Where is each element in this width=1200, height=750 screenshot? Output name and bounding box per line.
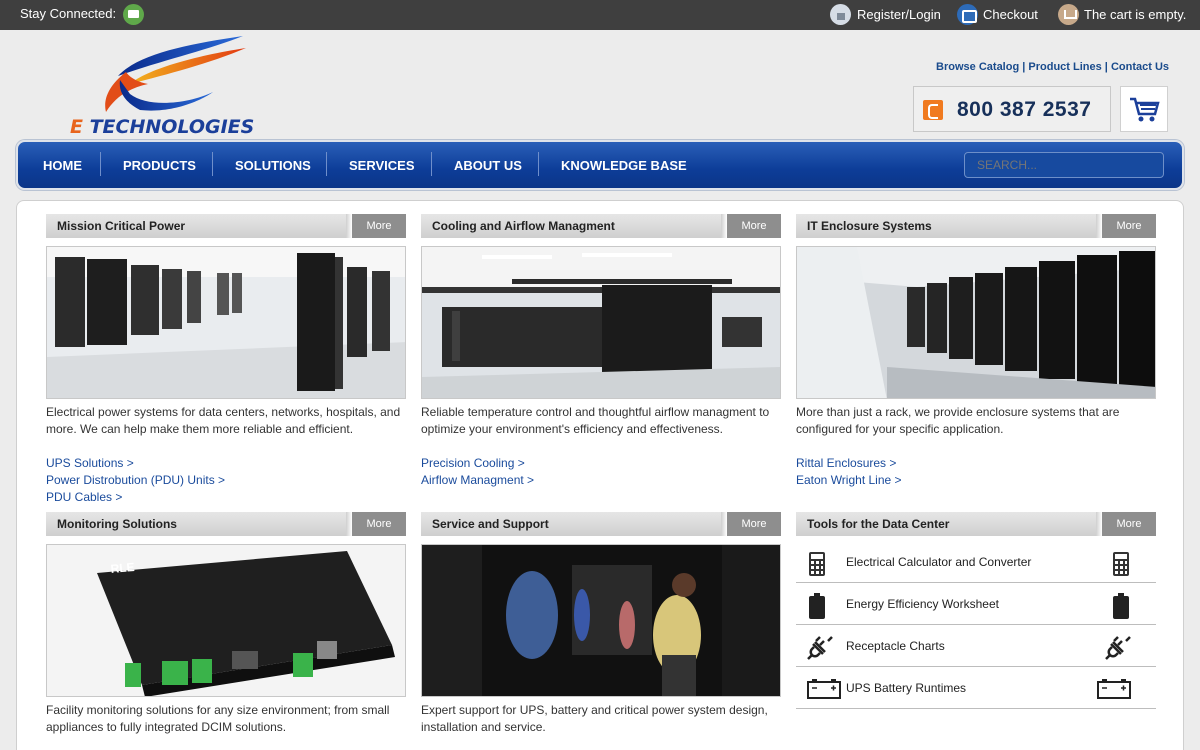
- panel-description: Reliable temperature control and thought…: [421, 405, 770, 436]
- content-area: Mission Critical Power More Electrical p…: [16, 200, 1184, 750]
- nav-services[interactable]: SERVICES: [349, 158, 415, 173]
- precision-cooling-link[interactable]: Precision Cooling >: [421, 455, 534, 472]
- panel-title: Cooling and Airflow Managment: [432, 219, 615, 233]
- enclosure-image[interactable]: [796, 246, 1156, 399]
- panel-monitoring: Monitoring Solutions More RLE Facility m…: [46, 512, 406, 734]
- car-battery-icon: [1097, 679, 1131, 699]
- panel-header: Tools for the Data Center More: [796, 512, 1156, 536]
- nav-products[interactable]: PRODUCTS: [123, 158, 196, 173]
- panel-header: Monitoring Solutions More: [46, 512, 406, 536]
- site-logo[interactable]: E TECHNOLOGIES: [68, 34, 284, 138]
- checkout-icon[interactable]: [957, 4, 978, 25]
- cart-button[interactable]: [1120, 86, 1168, 132]
- tool-electrical-calculator[interactable]: Electrical Calculator and Converter: [796, 541, 1156, 583]
- car-battery-icon: [807, 679, 841, 699]
- calculator-icon: [809, 552, 825, 576]
- panel-service-support: Service and Support More Expert support …: [421, 512, 781, 734]
- calculator-icon: [1113, 552, 1129, 576]
- panel-header: Service and Support More: [421, 512, 781, 536]
- plug-icon: [807, 636, 833, 660]
- phone-icon: [923, 100, 943, 120]
- monitoring-device-image[interactable]: RLE: [46, 544, 406, 697]
- panel-title: IT Enclosure Systems: [807, 219, 932, 233]
- phone-number[interactable]: 800 387 2537: [957, 98, 1091, 122]
- panel-title: Mission Critical Power: [57, 219, 186, 233]
- ups-solutions-link[interactable]: UPS Solutions >: [46, 455, 225, 472]
- airflow-management-link[interactable]: Airflow Managment >: [421, 472, 534, 489]
- eaton-wright-line-link[interactable]: Eaton Wright Line >: [796, 472, 902, 489]
- service-team-image[interactable]: [421, 544, 781, 697]
- header-links: Browse Catalog | Product Lines | Contact…: [936, 61, 1169, 73]
- browse-catalog-link[interactable]: Browse Catalog: [936, 61, 1019, 73]
- panel-title: Monitoring Solutions: [57, 517, 177, 531]
- panel-links: Rittal Enclosures > Eaton Wright Line >: [796, 455, 902, 489]
- tool-ups-battery-runtimes[interactable]: UPS Battery Runtimes: [796, 667, 1156, 709]
- product-lines-link[interactable]: Product Lines: [1028, 61, 1101, 73]
- panel-description: More than just a rack, we provide enclos…: [796, 405, 1120, 436]
- nav-about-us[interactable]: ABOUT US: [454, 158, 522, 173]
- tool-label: UPS Battery Runtimes: [846, 681, 967, 695]
- lock-icon[interactable]: [830, 4, 851, 25]
- more-button[interactable]: More: [346, 512, 406, 536]
- nav-knowledge-base[interactable]: KNOWLEDGE BASE: [561, 158, 687, 173]
- nav-solutions[interactable]: SOLUTIONS: [235, 158, 311, 173]
- data-center-image[interactable]: [46, 246, 406, 399]
- checkout-link[interactable]: Checkout: [983, 7, 1038, 22]
- tool-label: Receptacle Charts: [846, 639, 945, 653]
- plug-icon: [1105, 636, 1131, 660]
- panel-tools: Tools for the Data Center More Electrica…: [796, 512, 1156, 732]
- panel-cooling-airflow: Cooling and Airflow Managment More Relia…: [421, 214, 781, 487]
- email-icon[interactable]: [123, 4, 144, 25]
- tool-receptacle-charts[interactable]: Receptacle Charts: [796, 625, 1156, 667]
- panel-links: UPS Solutions > Power Distrobution (PDU)…: [46, 455, 225, 506]
- panel-description: Expert support for UPS, battery and crit…: [421, 703, 768, 734]
- register-login-link[interactable]: Register/Login: [857, 7, 941, 22]
- panel-mission-critical-power: Mission Critical Power More Electrical p…: [46, 214, 406, 504]
- panel-title: Tools for the Data Center: [807, 517, 950, 531]
- cart-status[interactable]: The cart is empty.: [1084, 7, 1186, 22]
- cart-icon[interactable]: [1058, 4, 1079, 25]
- search-input[interactable]: [964, 152, 1164, 178]
- stay-connected-label: Stay Connected:: [20, 6, 117, 21]
- cooling-image[interactable]: [421, 246, 781, 399]
- tool-label: Energy Efficiency Worksheet: [846, 597, 999, 611]
- panel-links: Precision Cooling > Airflow Managment >: [421, 455, 534, 489]
- logo-wordmark: TECHNOLOGIES: [82, 116, 255, 138]
- top-bar: Stay Connected: Register/Login Checkout …: [0, 0, 1200, 30]
- logo-e: E: [70, 116, 83, 138]
- more-button[interactable]: More: [1096, 512, 1156, 536]
- panel-header: Mission Critical Power More: [46, 214, 406, 238]
- more-button[interactable]: More: [1096, 214, 1156, 238]
- contact-us-link[interactable]: Contact Us: [1111, 61, 1169, 73]
- device-brand-label: RLE: [110, 560, 135, 576]
- panel-header: Cooling and Airflow Managment More: [421, 214, 781, 238]
- phone-box: 800 387 2537: [913, 86, 1111, 132]
- panel-title: Service and Support: [432, 517, 549, 531]
- more-button[interactable]: More: [721, 512, 781, 536]
- panel-header: IT Enclosure Systems More: [796, 214, 1156, 238]
- logo-swoosh-icon: [105, 36, 246, 112]
- battery-icon: [1113, 593, 1129, 619]
- more-button[interactable]: More: [346, 214, 406, 238]
- battery-icon: [809, 593, 825, 619]
- more-button[interactable]: More: [721, 214, 781, 238]
- pdu-cables-link[interactable]: PDU Cables >: [46, 489, 225, 506]
- panel-description: Electrical power systems for data center…: [46, 405, 401, 436]
- tool-label: Electrical Calculator and Converter: [846, 555, 1032, 569]
- main-nav: HOME PRODUCTS SOLUTIONS SERVICES ABOUT U…: [16, 140, 1184, 190]
- tool-energy-efficiency[interactable]: Energy Efficiency Worksheet: [796, 583, 1156, 625]
- shopping-cart-icon: [1130, 97, 1160, 122]
- panel-description: Facility monitoring solutions for any si…: [46, 703, 390, 734]
- nav-home[interactable]: HOME: [43, 158, 82, 173]
- panel-it-enclosure: IT Enclosure Systems More More than just…: [796, 214, 1156, 487]
- rittal-enclosures-link[interactable]: Rittal Enclosures >: [796, 455, 902, 472]
- pdu-units-link[interactable]: Power Distrobution (PDU) Units >: [46, 472, 225, 489]
